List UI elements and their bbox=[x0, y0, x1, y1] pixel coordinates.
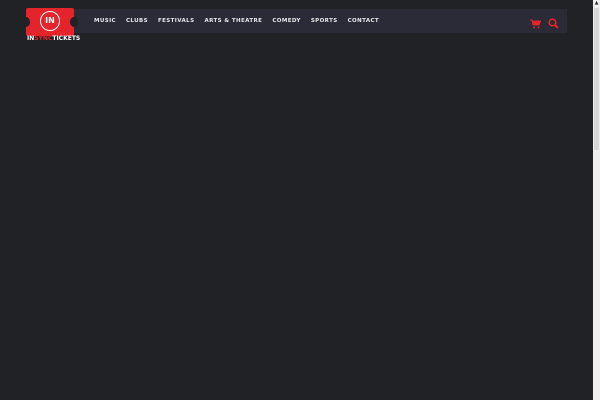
cart-icon[interactable] bbox=[530, 14, 542, 33]
search-icon[interactable] bbox=[548, 14, 559, 33]
nav-comedy[interactable]: COMEDY bbox=[272, 18, 301, 24]
nav-arts-theatre[interactable]: ARTS & THEATRE bbox=[204, 18, 262, 24]
scroll-up-arrow-icon[interactable]: ▲ bbox=[593, 0, 600, 7]
scrollbar[interactable]: ▲ bbox=[593, 0, 600, 400]
logo-middle: SYNC bbox=[34, 35, 53, 42]
nav-clubs[interactable]: CLUBS bbox=[126, 18, 148, 24]
nav-contact[interactable]: CONTACT bbox=[348, 18, 379, 24]
logo[interactable]: IN INSYNCTICKETS bbox=[22, 7, 80, 43]
logo-text: INSYNCTICKETS bbox=[27, 35, 80, 42]
nav-festivals[interactable]: FESTIVALS bbox=[158, 18, 194, 24]
logo-badge: IN bbox=[40, 11, 60, 31]
nav-music[interactable]: MUSIC bbox=[94, 18, 116, 24]
main-menu: MUSIC CLUBS FESTIVALS ARTS & THEATRE COM… bbox=[94, 9, 379, 33]
nav-sports[interactable]: SPORTS bbox=[311, 18, 338, 24]
ticket-logo-icon: IN bbox=[22, 8, 78, 36]
logo-suffix: TICKETS bbox=[52, 35, 81, 42]
scrollbar-thumb[interactable] bbox=[594, 8, 599, 150]
